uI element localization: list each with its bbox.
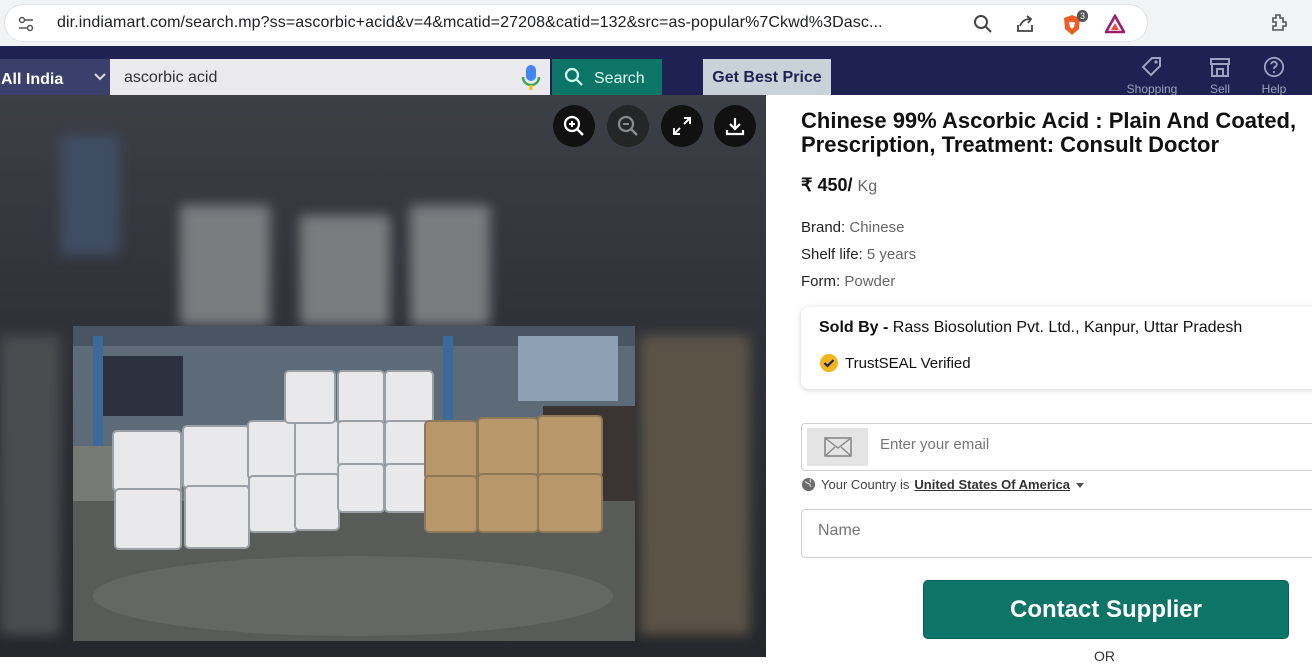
spec-value: Chinese: [849, 219, 905, 236]
shield-count-badge: 3: [1077, 10, 1089, 22]
search-value: ascorbic acid: [124, 69, 218, 86]
spec-label: Form:: [801, 273, 841, 290]
help-icon: [1263, 56, 1285, 78]
nav-help[interactable]: Help: [1244, 56, 1304, 96]
caret-down-icon: [1075, 482, 1084, 488]
site-settings-icon[interactable]: [17, 15, 35, 33]
sold-by: Sold By - Rass Biosolution Pvt. Ltd., Ka…: [819, 319, 1242, 337]
spec-brand: Brand: Chinese: [801, 219, 904, 236]
download-button[interactable]: [714, 105, 756, 147]
spec-value: 5 years: [866, 246, 917, 263]
email-field-wrapper: [801, 423, 1312, 471]
country-selector[interactable]: Your Country is United States Of America: [801, 477, 1085, 492]
zoom-out-button[interactable]: [607, 105, 649, 147]
nav-shopping[interactable]: Shopping: [1122, 56, 1182, 96]
microphone-icon[interactable]: [520, 64, 542, 92]
trustseal-label: TrustSEAL Verified: [845, 354, 971, 372]
zoom-icon[interactable]: [973, 14, 993, 34]
search-icon: [564, 67, 583, 86]
globe-icon: [801, 477, 816, 492]
browser-toolbar: dir.indiamart.com/search.mp?ss=ascorbic+…: [0, 0, 1312, 46]
nav-help-label: Help: [1261, 82, 1287, 96]
search-button[interactable]: Search: [552, 59, 662, 95]
country-value[interactable]: United States Of America: [914, 477, 1070, 492]
spec-shelf-life: Shelf life: 5 years: [801, 246, 916, 263]
product-title: Chinese 99% Ascorbic Acid : Plain And Co…: [801, 108, 1297, 157]
country-label: Your Country is: [821, 477, 910, 492]
get-best-price-button[interactable]: Get Best Price: [703, 59, 831, 95]
envelope-icon: [807, 428, 868, 466]
image-viewer: [0, 95, 766, 657]
verified-seal-icon: [820, 354, 838, 372]
email-field[interactable]: [880, 436, 1180, 453]
location-label: All India: [1, 71, 64, 88]
zoom-in-icon: [563, 115, 584, 136]
product-price: ₹ 450/ Kg: [801, 175, 877, 196]
chevron-down-icon: [94, 73, 106, 81]
download-icon: [725, 118, 745, 136]
extensions-icon[interactable]: [1268, 12, 1290, 34]
zoom-in-button[interactable]: [553, 105, 595, 147]
search-button-label: Search: [594, 70, 645, 87]
fullscreen-button[interactable]: [661, 105, 703, 147]
nav-sell[interactable]: Sell: [1190, 56, 1250, 96]
spec-value: Powder: [844, 273, 896, 290]
name-field[interactable]: [818, 522, 1118, 540]
contact-supplier-button[interactable]: Contact Supplier: [923, 580, 1289, 639]
nav-sell-label: Sell: [1209, 82, 1230, 96]
or-separator: OR: [1094, 648, 1115, 664]
spec-form: Form: Powder: [801, 273, 895, 290]
tag-icon: [1141, 57, 1161, 77]
sold-by-label: Sold By -: [819, 319, 889, 336]
search-input[interactable]: ascorbic acid: [110, 59, 550, 95]
product-image: [73, 326, 635, 641]
share-icon[interactable]: [1015, 14, 1035, 34]
store-icon: [1210, 58, 1230, 77]
url-text[interactable]: dir.indiamart.com/search.mp?ss=ascorbic+…: [57, 14, 883, 32]
location-select[interactable]: All India: [0, 59, 110, 95]
name-field-wrapper: [801, 509, 1312, 558]
seller-card: Sold By - Rass Biosolution Pvt. Ltd., Ka…: [801, 307, 1312, 389]
trustseal-badge: TrustSEAL Verified: [819, 353, 971, 373]
address-bar[interactable]: dir.indiamart.com/search.mp?ss=ascorbic+…: [4, 4, 1148, 42]
brave-rewards-icon[interactable]: [1105, 14, 1125, 34]
spec-label: Shelf life:: [801, 246, 863, 263]
zoom-out-icon: [617, 115, 638, 136]
seller-name[interactable]: Rass Biosolution Pvt. Ltd., Kanpur, Utta…: [893, 319, 1243, 336]
nav-shopping-label: Shopping: [1126, 82, 1178, 96]
spec-label: Brand:: [801, 219, 846, 236]
expand-icon: [673, 117, 691, 135]
product-details-panel: Chinese 99% Ascorbic Acid : Plain And Co…: [766, 95, 1312, 664]
price-value: ₹ 450/: [801, 175, 853, 195]
price-unit: Kg: [857, 178, 878, 195]
